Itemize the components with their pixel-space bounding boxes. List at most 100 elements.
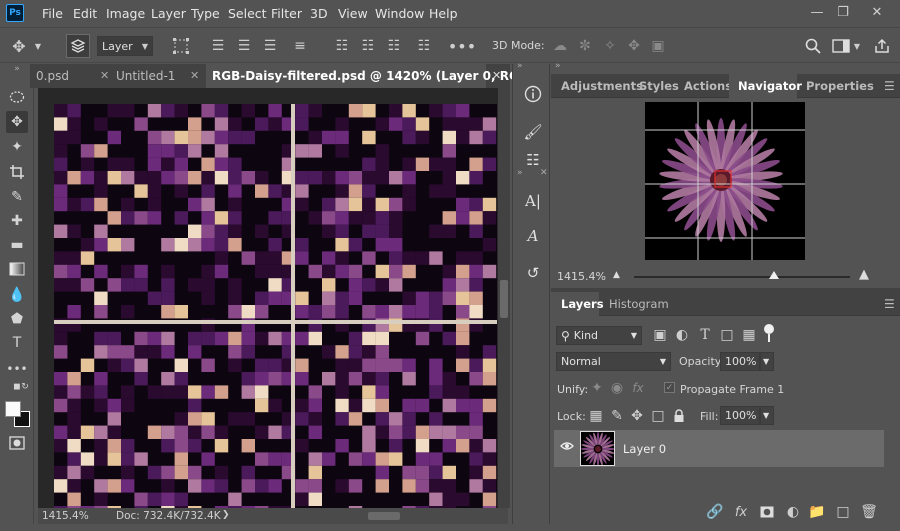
zoom-in-icon[interactable]: ▲ <box>859 267 869 282</box>
gradient-tool-icon[interactable] <box>6 258 28 280</box>
eraser-icon[interactable]: ▬ <box>6 234 28 256</box>
type-layer-filter-icon[interactable]: T <box>697 326 713 344</box>
search-icon[interactable] <box>803 36 823 56</box>
tab-navigator[interactable]: Navigator <box>729 74 802 98</box>
align-right-icon[interactable]: ☰ <box>260 36 280 56</box>
more-options-icon[interactable]: ••• <box>448 36 476 56</box>
tab-rgb-daisy[interactable]: RGB-Daisy-filtered.psd @ 1420% (Layer 0,… <box>206 64 546 88</box>
h-scroll-thumb[interactable] <box>368 512 400 520</box>
unify-visibility-icon[interactable]: ◉ <box>610 380 624 396</box>
filter-toggle-icon[interactable] <box>764 324 774 334</box>
tab-untitled[interactable]: Untitled-1 <box>112 64 190 88</box>
fill-dropdown[interactable]: ▼ <box>760 406 774 425</box>
propagate-checkbox[interactable]: ✓ <box>664 382 675 393</box>
document-size[interactable]: Doc: 732.4K/732.4K <box>116 510 221 522</box>
minimize-icon[interactable]: — <box>806 2 828 22</box>
pen-tool-icon[interactable]: ⬟ <box>6 308 28 330</box>
auto-select-dropdown[interactable]: Layer ▼ <box>97 36 153 56</box>
menu-layer[interactable]: Layer <box>151 6 186 21</box>
menu-view[interactable]: View <box>338 6 368 21</box>
blend-mode-dropdown[interactable]: Normal ▼ <box>556 352 671 371</box>
menu-help[interactable]: Help <box>429 6 458 21</box>
foreground-color-swatch[interactable] <box>5 401 21 417</box>
type-tool-icon[interactable]: T <box>6 332 28 354</box>
layer-name[interactable]: Layer 0 <box>623 442 666 456</box>
align-center-icon[interactable]: ☰ <box>234 36 254 56</box>
unify-position-icon[interactable]: ✦ <box>590 380 604 396</box>
smart-object-filter-icon[interactable]: ▦ <box>741 326 757 344</box>
delete-layer-icon[interactable]: 🗑 <box>860 503 878 521</box>
scroll-thumb[interactable] <box>500 280 508 318</box>
3d-slide-icon[interactable]: ✥ <box>624 36 644 56</box>
fill-input[interactable]: 100% <box>720 406 760 425</box>
menu-edit[interactable]: Edit <box>73 6 97 21</box>
glyphs-panel-icon[interactable]: ↺ <box>522 262 544 284</box>
distribute-vertical-icon[interactable]: ☷ <box>414 36 434 56</box>
menu-type[interactable]: Type <box>191 6 220 21</box>
panel-menu-icon[interactable]: ☰ <box>884 79 895 93</box>
workspace-icon[interactable] <box>830 36 852 56</box>
brush-icon[interactable]: 🖌 <box>522 121 544 143</box>
restore-icon[interactable]: ❐ <box>832 2 854 22</box>
share-icon[interactable] <box>872 36 892 56</box>
info-icon[interactable] <box>522 83 544 105</box>
unify-style-icon[interactable]: fx <box>630 380 646 396</box>
swap-colors-icon[interactable]: ↻ <box>20 380 30 394</box>
zoom-readout[interactable]: 1415.4% <box>42 510 89 522</box>
more-tools-icon[interactable]: ••• <box>6 358 28 380</box>
tab-histogram[interactable]: Histogram <box>601 292 671 316</box>
chevron-down-icon[interactable]: ▼ <box>852 39 862 53</box>
align-left-icon[interactable]: ☰ <box>208 36 228 56</box>
close-icon[interactable]: ✕ <box>866 2 888 22</box>
layer-filter-dropdown[interactable]: ⚲ Kind ▼ <box>556 326 642 345</box>
tab-document-1[interactable]: 0.psd <box>32 64 88 88</box>
quick-mask-icon[interactable] <box>6 432 28 454</box>
menu-select[interactable]: Select <box>228 6 267 21</box>
chevron-down-icon[interactable]: ▼ <box>33 39 43 53</box>
tab-styles[interactable]: Styles <box>631 74 679 98</box>
vertical-scrollbar[interactable] <box>498 88 510 508</box>
lock-all-icon[interactable] <box>671 407 687 425</box>
menu-window[interactable]: Window <box>375 6 424 21</box>
tab-layers[interactable]: Layers <box>551 292 604 316</box>
lock-image-pixels-icon[interactable]: ✎ <box>609 407 625 425</box>
healing-brush-icon[interactable]: ✚ <box>6 210 28 232</box>
paragraph-panel-icon[interactable]: A <box>522 225 544 247</box>
menu-3d[interactable]: 3D <box>310 6 328 21</box>
character-panel-icon[interactable]: A| <box>522 190 544 212</box>
zoom-slider-track[interactable] <box>634 271 850 279</box>
layer-row[interactable]: Layer 0 <box>554 430 884 467</box>
add-mask-icon[interactable] <box>758 503 776 521</box>
3d-camera-icon[interactable]: ▣ <box>648 36 668 56</box>
auto-select-icon[interactable] <box>66 34 90 58</box>
distribute-icon[interactable]: ≡ <box>290 36 310 56</box>
pixel-layer-filter-icon[interactable]: ▣ <box>652 326 668 344</box>
visibility-eye-icon[interactable] <box>560 440 574 455</box>
adjustment-layer-icon[interactable]: ◐ <box>784 503 802 521</box>
opacity-input[interactable]: 100% <box>720 352 760 371</box>
magic-wand-icon[interactable]: ✦ <box>6 136 28 158</box>
close-icon[interactable]: ✕ <box>100 69 109 82</box>
align-bottom-icon[interactable]: ☷ <box>384 36 404 56</box>
tab-adjustments[interactable]: Adjustments <box>551 74 643 98</box>
close-icon[interactable]: ✕ <box>190 69 199 82</box>
menu-filter[interactable]: Filter <box>271 6 302 21</box>
adjustment-layer-filter-icon[interactable]: ◐ <box>674 326 690 344</box>
layer-style-icon[interactable]: fx <box>732 503 750 521</box>
lock-artboard-icon[interactable]: □ <box>650 407 666 425</box>
marquee-tool-icon[interactable] <box>6 86 28 108</box>
move-tool-icon[interactable]: ✥ <box>8 36 30 56</box>
layer-thumbnail[interactable] <box>580 431 615 466</box>
opacity-dropdown[interactable]: ▼ <box>760 352 774 371</box>
chevron-right-icon[interactable]: ❯ <box>222 510 230 520</box>
collapse-icon[interactable]: » <box>6 62 28 76</box>
tab-properties[interactable]: Properties <box>799 74 874 98</box>
lock-position-icon[interactable]: ✥ <box>629 407 645 425</box>
zoom-out-icon[interactable]: ▲ <box>613 270 620 280</box>
3d-rotate-icon[interactable]: ☁ <box>550 36 570 56</box>
close-icon[interactable]: ✕ <box>540 168 548 178</box>
menu-file[interactable]: File <box>42 6 63 21</box>
canvas-area[interactable] <box>38 88 508 508</box>
collapse-icon[interactable]: » <box>517 61 523 71</box>
blur-tool-icon[interactable]: 💧 <box>6 284 28 306</box>
